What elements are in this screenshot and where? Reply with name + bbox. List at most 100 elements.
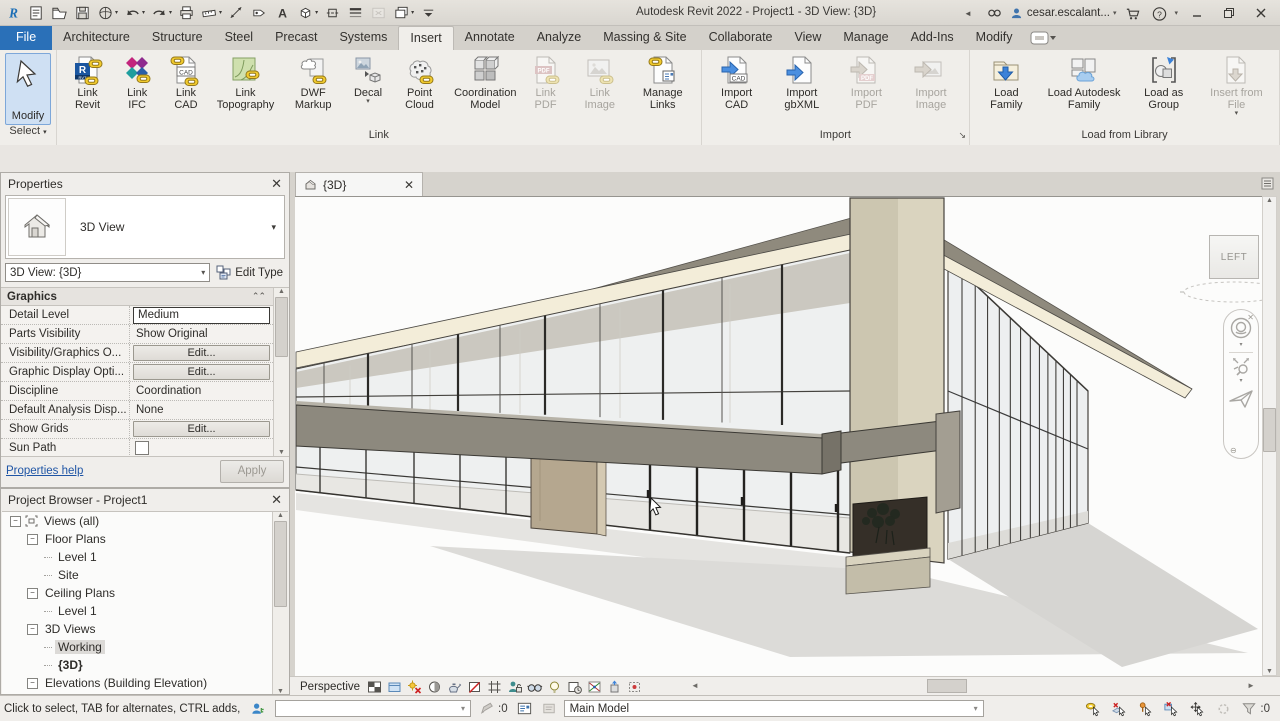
tab-massing-site[interactable]: Massing & Site (592, 26, 697, 50)
shadows-off-button[interactable] (426, 679, 443, 695)
editable-only-icon[interactable] (479, 700, 496, 717)
save-button[interactable] (71, 2, 94, 24)
sync-button[interactable]: ▾ (94, 2, 121, 24)
edit-button[interactable]: Edit... (133, 421, 270, 437)
worksharing-display-button[interactable] (1215, 700, 1232, 717)
show-crop-region-button[interactable] (486, 679, 503, 695)
tab-architecture[interactable]: Architecture (52, 26, 141, 50)
aligned-dimension-button[interactable] (225, 2, 248, 24)
view-tab-close-icon[interactable]: ✕ (404, 178, 414, 192)
temporary-view-properties-button[interactable] (566, 679, 583, 695)
section-button[interactable] (321, 2, 344, 24)
tab-add-ins[interactable]: Add-Ins (900, 26, 965, 50)
tab-steel[interactable]: Steel (214, 26, 265, 50)
tab-collaborate[interactable]: Collaborate (698, 26, 784, 50)
thin-lines-button[interactable] (344, 2, 367, 24)
unlocked-view-button[interactable] (506, 679, 523, 695)
filter-button[interactable]: :0 (1241, 700, 1270, 717)
decal-button[interactable]: Decal▾ (348, 53, 388, 106)
select-pinned-elements-button[interactable] (1137, 700, 1154, 717)
properties-close-icon[interactable]: ✕ (271, 177, 282, 190)
tree-item-level-1[interactable]: Level 1 (2, 548, 288, 566)
property-value[interactable]: Edit... (129, 363, 273, 381)
select-links-button[interactable] (1085, 700, 1102, 717)
load-autodesk-family-button[interactable]: Load Autodesk Family (1040, 53, 1129, 112)
canvas-horizontal-scrollbar[interactable]: ◄► (688, 677, 1258, 694)
temporary-hide-isolate-button[interactable] (526, 679, 543, 695)
link-topography-button[interactable]: Link Topography (213, 53, 279, 112)
load-family-button[interactable]: Load Family (975, 53, 1037, 112)
measure-button[interactable]: ▾ (198, 2, 225, 24)
import-cad-button[interactable]: CADImport CAD (707, 53, 767, 112)
reveal-constraints-button[interactable] (626, 679, 643, 695)
edit-button[interactable]: Edit... (133, 345, 270, 361)
pane-collapse-icon[interactable]: ◄ (964, 9, 972, 18)
property-value[interactable] (129, 439, 273, 456)
navbar-minimize-icon[interactable]: ⊖ (1230, 446, 1237, 455)
reveal-hidden-elements-button[interactable] (546, 679, 563, 695)
edit-type-button[interactable]: Edit Type (214, 265, 285, 280)
tab-analyze[interactable]: Analyze (526, 26, 592, 50)
navigation-bar[interactable]: ✕ ▾ ▾ ⊖ (1223, 309, 1259, 459)
graphic-display-options-button[interactable] (386, 679, 403, 695)
analytical-model-button[interactable] (586, 679, 603, 695)
panel-launcher-icon[interactable]: ↘ (959, 130, 967, 141)
drag-elements-on-selection-button[interactable] (1189, 700, 1206, 717)
graphics-section-header[interactable]: Graphics (7, 291, 57, 303)
active-workset-icon[interactable] (541, 700, 558, 717)
wheel-dropdown-icon[interactable]: ▾ (1239, 341, 1242, 348)
user-account-menu[interactable]: cesar.escalant... ▾ (1009, 5, 1117, 22)
tree-item-3d-views[interactable]: −3D Views (2, 620, 288, 638)
open-file-button[interactable] (48, 2, 71, 24)
switch-windows-button[interactable]: ▾ (390, 2, 417, 24)
properties-palette-button[interactable] (25, 2, 48, 24)
canvas-vertical-scrollbar[interactable]: ▲▼ (1262, 196, 1277, 676)
tree-item-floor-plans[interactable]: −Floor Plans (2, 530, 288, 548)
design-options-icon[interactable] (516, 700, 533, 717)
select-underlay-elements-button[interactable] (1111, 700, 1128, 717)
displacement-sets-button[interactable] (606, 679, 623, 695)
crop-view-off-button[interactable] (466, 679, 483, 695)
select-dropdown[interactable]: Select ▾ (0, 125, 56, 141)
dwf-markup-button[interactable]: DWF Markup (280, 53, 346, 112)
close-hidden-button[interactable] (367, 2, 390, 24)
tree-item-ceiling-plans[interactable]: −Ceiling Plans (2, 584, 288, 602)
edit-button[interactable]: Edit... (133, 364, 270, 380)
view-instance-combo[interactable]: 3D View: {3D}▾ (5, 263, 210, 282)
default-3d-view-button[interactable]: ▾ (294, 2, 321, 24)
help-icon[interactable]: ? (1151, 5, 1168, 22)
properties-help-link[interactable]: Properties help (6, 465, 83, 477)
link-ifc-button[interactable]: Link IFC (115, 53, 159, 112)
tab-annotate[interactable]: Annotate (454, 26, 526, 50)
viewcube-face[interactable]: LEFT (1209, 235, 1259, 279)
property-checkbox[interactable] (135, 441, 149, 455)
property-value[interactable]: Coordination (129, 382, 273, 400)
close-button[interactable] (1248, 3, 1274, 23)
ribbon-display-toggle[interactable] (1030, 26, 1056, 50)
app-store-cart-icon[interactable] (1124, 5, 1141, 22)
import-gbxml-button[interactable]: Import gbXML (769, 53, 835, 112)
type-selector-chevron-icon[interactable]: ▾ (271, 222, 276, 233)
zoom-icon[interactable] (1231, 356, 1251, 376)
link-revit-button[interactable]: RRVTLink Revit (62, 53, 113, 112)
visual-style-button[interactable] (366, 679, 383, 695)
property-value[interactable]: Show Original (129, 325, 273, 343)
tab-precast[interactable]: Precast (264, 26, 328, 50)
tree-item-level-1[interactable]: Level 1 (2, 602, 288, 620)
property-input[interactable]: Medium (133, 307, 270, 324)
zoom-dropdown-icon[interactable]: ▾ (1239, 377, 1242, 384)
tab-insert[interactable]: Insert (398, 26, 453, 50)
property-value[interactable]: Edit... (129, 420, 273, 438)
tree-expander[interactable]: − (10, 516, 21, 527)
property-value[interactable]: None (129, 401, 273, 419)
apply-button[interactable]: Apply (220, 460, 284, 483)
viewcube[interactable]: LEFT (1179, 235, 1262, 305)
restore-button[interactable] (1216, 3, 1242, 23)
tree-expander[interactable]: − (27, 534, 38, 545)
redo-button[interactable]: ▾ (148, 2, 175, 24)
view-tab-3d[interactable]: {3D} ✕ (295, 172, 423, 196)
view-scale-label[interactable]: Perspective (300, 681, 360, 693)
coordination-model-button[interactable]: Coordination Model (451, 53, 519, 112)
tab-systems[interactable]: Systems (328, 26, 398, 50)
tree-item-views-all-[interactable]: −Views (all) (2, 512, 288, 530)
